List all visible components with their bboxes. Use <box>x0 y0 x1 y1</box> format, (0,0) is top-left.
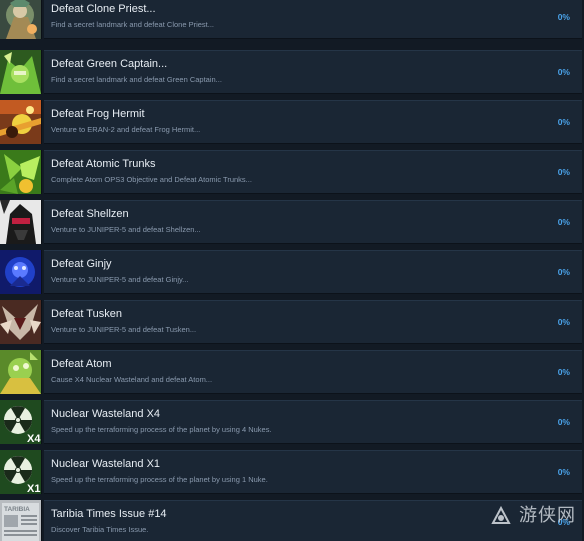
achievement-card: Defeat Tusken Venture to JUNIPER-5 and d… <box>44 300 582 344</box>
achievement-description: Venture to JUNIPER-5 and defeat Shellzen… <box>51 225 201 234</box>
watermark-text: 游侠网 <box>519 505 576 526</box>
watermark: 游侠网 <box>490 501 576 527</box>
ginjy-icon <box>0 250 42 294</box>
achievement-description: Discover Taribia Times Issue. <box>51 525 149 534</box>
achievement-card: Defeat Shellzen Venture to JUNIPER-5 and… <box>44 200 582 244</box>
achievement-description: Speed up the terraforming process of the… <box>51 475 268 484</box>
atom-icon <box>0 350 42 394</box>
achievement-row[interactable]: Defeat Atomic Trunks Complete Atom OPS3 … <box>0 150 584 194</box>
achievement-title: Defeat Ginjy <box>51 258 112 270</box>
nuke-x4-icon: X4 <box>0 400 42 444</box>
achievement-title: Defeat Green Captain... <box>51 58 168 70</box>
achievement-description: Speed up the terraforming process of the… <box>51 425 272 434</box>
achievement-description: Venture to ERAN-2 and defeat Frog Hermit… <box>51 125 201 134</box>
achievement-title: Defeat Atom <box>51 358 112 370</box>
ali213-logo-icon <box>491 505 511 524</box>
achievement-card: Defeat Green Captain... Find a secret la… <box>44 50 582 94</box>
achievement-title: Defeat Clone Priest... <box>51 3 156 15</box>
achievement-row[interactable]: Defeat Atom Cause X4 Nuclear Wasteland a… <box>0 350 584 394</box>
nuke-count-label: X1 <box>27 483 40 494</box>
achievement-description: Find a secret landmark and defeat Clone … <box>51 20 215 29</box>
frog-hermit-icon <box>0 100 42 144</box>
achievement-percent: 0% <box>557 67 570 77</box>
clone-priest-icon <box>0 0 42 39</box>
achievement-percent: 0% <box>557 367 570 377</box>
achievement-card: Defeat Ginjy Venture to JUNIPER-5 and de… <box>44 250 582 294</box>
nuke-x1-icon: X1 <box>0 450 42 494</box>
achievement-row[interactable]: X1 Nuclear Wasteland X1 Speed up the ter… <box>0 450 584 494</box>
achievement-description: Cause X4 Nuclear Wasteland and defeat At… <box>51 375 213 384</box>
achievement-row[interactable]: Defeat Frog Hermit Venture to ERAN-2 and… <box>0 100 584 144</box>
tusken-icon <box>0 300 42 344</box>
achievement-card: Nuclear Wasteland X4 Speed up the terraf… <box>44 400 582 444</box>
newspaper-icon: TARIBIA <box>0 500 42 541</box>
nuke-count-label: X4 <box>27 433 41 444</box>
green-captain-icon <box>0 50 42 94</box>
achievement-row[interactable]: Defeat Green Captain... Find a secret la… <box>0 50 584 94</box>
achievement-percent: 0% <box>557 217 570 227</box>
achievement-row[interactable]: Defeat Shellzen Venture to JUNIPER-5 and… <box>0 200 584 244</box>
achievement-title: Defeat Shellzen <box>51 208 129 220</box>
achievement-description: Venture to JUNIPER-5 and defeat Ginjy... <box>51 275 189 284</box>
achievement-title: Defeat Tusken <box>51 308 122 320</box>
achievement-list: Defeat Clone Priest... Find a secret lan… <box>0 0 584 541</box>
achievement-description: Find a secret landmark and defeat Green … <box>51 75 222 84</box>
achievement-title: Defeat Frog Hermit <box>51 108 145 120</box>
achievement-card: Defeat Atomic Trunks Complete Atom OPS3 … <box>44 150 582 194</box>
achievement-percent: 0% <box>557 167 570 177</box>
newspaper-masthead: TARIBIA <box>4 506 30 513</box>
achievement-description: Venture to JUNIPER-5 and defeat Tusken..… <box>51 325 197 334</box>
achievement-card: Defeat Clone Priest... Find a secret lan… <box>44 0 582 39</box>
achievement-title: Taribia Times Issue #14 <box>51 508 167 520</box>
achievement-percent: 0% <box>557 12 570 22</box>
achievement-description: Complete Atom OPS3 Objective and Defeat … <box>51 175 252 184</box>
atomic-trunks-icon <box>0 150 42 194</box>
achievement-card: Nuclear Wasteland X1 Speed up the terraf… <box>44 450 582 494</box>
achievement-title: Defeat Atomic Trunks <box>51 158 156 170</box>
achievement-percent: 0% <box>557 267 570 277</box>
achievement-row[interactable]: Defeat Tusken Venture to JUNIPER-5 and d… <box>0 300 584 344</box>
achievement-card: Defeat Atom Cause X4 Nuclear Wasteland a… <box>44 350 582 394</box>
achievement-percent: 0% <box>557 117 570 127</box>
achievement-percent: 0% <box>557 417 570 427</box>
achievement-card: Defeat Frog Hermit Venture to ERAN-2 and… <box>44 100 582 144</box>
achievement-title: Nuclear Wasteland X1 <box>51 458 161 470</box>
shellzen-icon <box>0 200 42 244</box>
achievement-row[interactable]: Defeat Clone Priest... Find a secret lan… <box>0 0 584 39</box>
achievement-title: Nuclear Wasteland X4 <box>51 408 161 420</box>
achievement-percent: 0% <box>557 467 570 477</box>
achievement-percent: 0% <box>557 317 570 327</box>
achievement-row[interactable]: Defeat Ginjy Venture to JUNIPER-5 and de… <box>0 250 584 294</box>
achievement-row[interactable]: X4 Nuclear Wasteland X4 Speed up the ter… <box>0 400 584 444</box>
